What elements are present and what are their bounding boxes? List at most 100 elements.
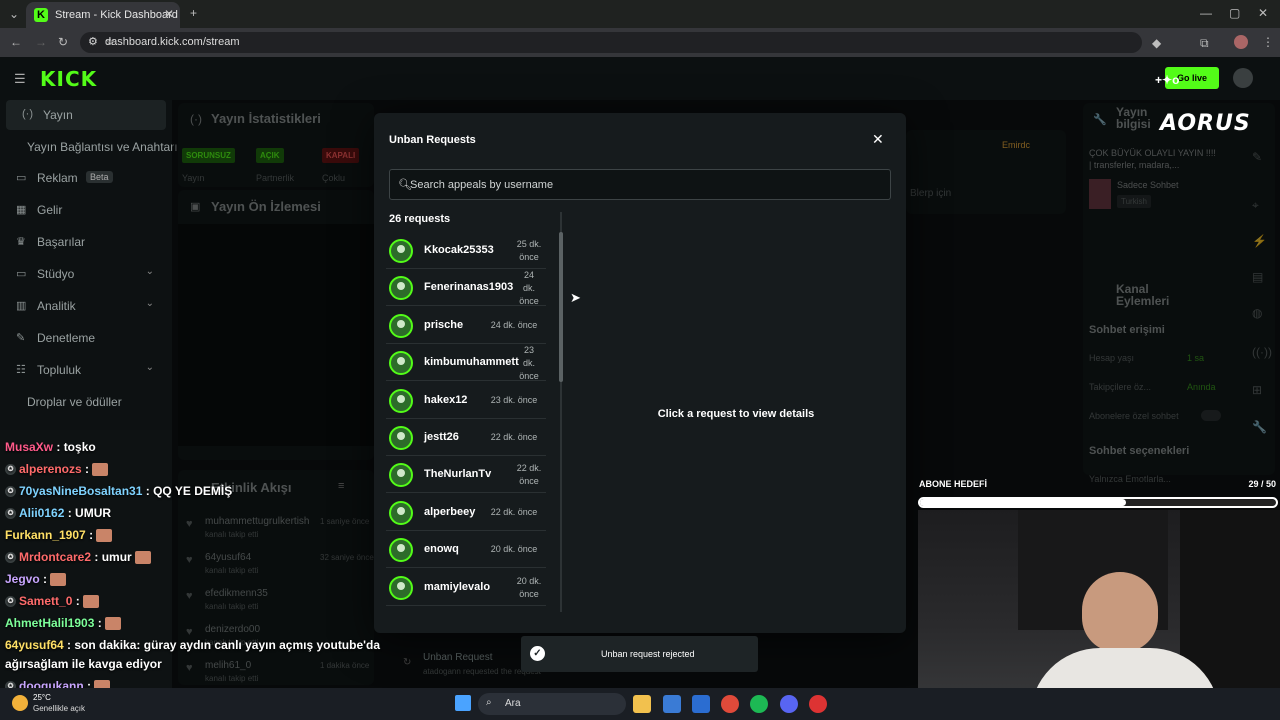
kick-logo[interactable]: KICK [40, 67, 97, 91]
minimize-icon[interactable]: — [1200, 6, 1212, 20]
chat-text: : son dakika: güray aydın canlı yayın aç… [67, 638, 381, 652]
extension-icon[interactable]: ◆ [1152, 36, 1161, 50]
weather-icon[interactable] [12, 695, 28, 711]
beta-badge: Beta [86, 171, 113, 183]
request-username: enowq [424, 543, 459, 556]
chat-username[interactable]: MusaXw [5, 440, 53, 454]
sidebar-item[interactable]: Yayın Bağlantısı ve Anahtarı [0, 132, 178, 162]
bookmark-star-icon[interactable]: ☆ [105, 35, 1132, 48]
request-username: TheNurlanTv [424, 468, 492, 481]
extensions-puzzle-icon[interactable]: ⧉ [1200, 36, 1209, 51]
sub-goal-value: 29 / 50 [1248, 479, 1276, 489]
weather-temp: 25°C [33, 693, 51, 702]
chat-username[interactable]: 70yasNineBosaltan31 [19, 484, 142, 498]
sidebar-item[interactable]: ♛ Başarılar [0, 227, 168, 257]
discord-icon[interactable] [780, 695, 798, 713]
sidebar-item[interactable]: Droplar ve ödüller [0, 387, 168, 417]
chat-username[interactable]: Mrdontcare2 [19, 550, 91, 564]
sidebar-item[interactable]: ▭ Stüdyo ⌄ [0, 259, 168, 289]
chat-username[interactable]: Samett_0 [19, 594, 72, 608]
chat-text: : [89, 528, 94, 542]
browser-menu-icon[interactable]: ⋮ [1262, 35, 1274, 49]
request-username: prische [424, 318, 464, 331]
megaphone-icon: ▭ [16, 172, 27, 184]
reload-icon[interactable]: ↻ [58, 35, 68, 49]
profile-avatar[interactable] [1234, 35, 1248, 49]
request-item[interactable]: Kkocak25353 25 dk. önce [386, 232, 546, 269]
chart-icon: ▥ [16, 300, 27, 312]
request-username: alperbeey [424, 505, 476, 518]
badge-icon: ✪ [5, 486, 16, 498]
file-explorer-icon[interactable] [633, 695, 651, 713]
chat-username[interactable]: 64yusuf64 [5, 638, 64, 652]
tab-search-icon[interactable]: ⌄ [9, 7, 19, 21]
maximize-icon[interactable]: ▢ [1229, 6, 1240, 20]
close-window-icon[interactable]: ✕ [1258, 6, 1268, 20]
sidebar-item[interactable]: ▦ Gelir [0, 195, 168, 225]
request-item[interactable]: hakex12 23 dk. önce [386, 382, 546, 419]
spotify-icon[interactable] [750, 695, 768, 713]
browser-tab[interactable]: K Stream - Kick Dashboard ✕ [26, 2, 180, 28]
weather-desc: Genellikle açık [33, 704, 86, 713]
mail-icon[interactable] [692, 695, 710, 713]
sidebar-item[interactable]: ▥ Analitik ⌄ [0, 291, 168, 321]
hamburger-menu-icon[interactable]: ☰ [14, 71, 26, 87]
user-avatar[interactable] [1233, 68, 1253, 88]
site-info-icon[interactable]: ⚙ [88, 35, 98, 48]
streamer-head [1082, 572, 1158, 652]
search-input[interactable] [410, 175, 880, 194]
sidebar-item[interactable]: ▭ Reklam Beta [0, 163, 168, 193]
chat-username[interactable]: Jegvo [5, 572, 40, 586]
request-item[interactable]: jestt26 22 dk. önce [386, 419, 546, 456]
list-scrollbar-thumb[interactable] [559, 232, 563, 382]
search-field[interactable]: 🔍︎ [389, 169, 891, 200]
chrome-icon[interactable] [721, 695, 739, 713]
request-item[interactable]: TheNurlanTv 22 dk. önce [386, 456, 546, 494]
taskbar-search[interactable]: ⌕ Ara [478, 693, 626, 715]
request-item[interactable]: Fenerinanas1903 24 dk. önce [386, 269, 546, 307]
mouse-cursor-icon: ➤ [570, 290, 581, 305]
sidebar-item-label: Droplar ve ödüller [27, 395, 122, 409]
app-icon[interactable] [809, 695, 827, 713]
url-field[interactable]: dashboard.kick.com/stream ⚙ ☆ [80, 32, 1142, 53]
kick-favicon-icon: K [34, 8, 48, 22]
request-item[interactable] [386, 606, 546, 612]
new-tab-icon[interactable]: + [190, 6, 197, 20]
start-icon[interactable] [455, 695, 471, 711]
chat-message: MusaXw : toşko [5, 440, 96, 454]
sidebar-item[interactable]: ✎ Denetleme [0, 323, 168, 353]
request-item[interactable]: enowq 20 dk. önce [386, 531, 546, 569]
avatar [389, 239, 413, 263]
chat-text: : UMUR [67, 506, 112, 520]
request-list: Kkocak25353 25 dk. önce Fenerinanas1903 24 … [386, 232, 558, 612]
request-item[interactable]: prische 24 dk. önce [386, 307, 546, 344]
chat-message: ✪ 70yasNineBosaltan31 : QQ YE DEMİŞ [5, 484, 232, 498]
request-item[interactable]: kimbumuhammett 23 dk. önce [386, 344, 546, 382]
users-icon: ☷ [16, 364, 26, 376]
sidebar-item-label: Reklam [37, 171, 78, 185]
sidebar-item-label: Denetleme [37, 331, 96, 345]
request-item[interactable]: alperbeey 22 dk. önce [386, 494, 546, 531]
close-tab-icon[interactable]: ✕ [164, 7, 174, 21]
taskbar-search-text: Ara [505, 698, 521, 709]
sidebar-item[interactable]: ☷ Topluluk ⌄ [0, 355, 168, 385]
store-icon[interactable] [663, 695, 681, 713]
chat-text: : umur [94, 550, 132, 564]
request-item[interactable]: mamiylevalo 20 dk. önce [386, 569, 546, 606]
avatar [389, 463, 413, 488]
chevron-down-icon: ⌄ [145, 362, 154, 373]
chat-text: : QQ YE DEMİŞ [145, 484, 233, 498]
emote-icon [50, 573, 67, 587]
chat-username[interactable]: alperenozs [19, 462, 82, 476]
close-icon[interactable]: ✕ [872, 131, 884, 148]
chat-username[interactable]: Furkann_1907 [5, 528, 86, 542]
avatar [389, 388, 413, 413]
chat-username[interactable]: Alii0162 [19, 506, 64, 520]
chat-username[interactable]: AhmetHalil1903 [5, 616, 94, 630]
request-username: jestt26 [424, 431, 459, 443]
sidebar-item[interactable]: (·) Yayın [6, 100, 166, 130]
forward-icon[interactable]: → [35, 35, 47, 49]
back-icon[interactable]: ← [10, 35, 22, 49]
sidebar-item-label: Gelir [37, 203, 63, 217]
browser-tab-bar: ⌄ K Stream - Kick Dashboard ✕ + — ▢ ✕ [0, 0, 1280, 28]
